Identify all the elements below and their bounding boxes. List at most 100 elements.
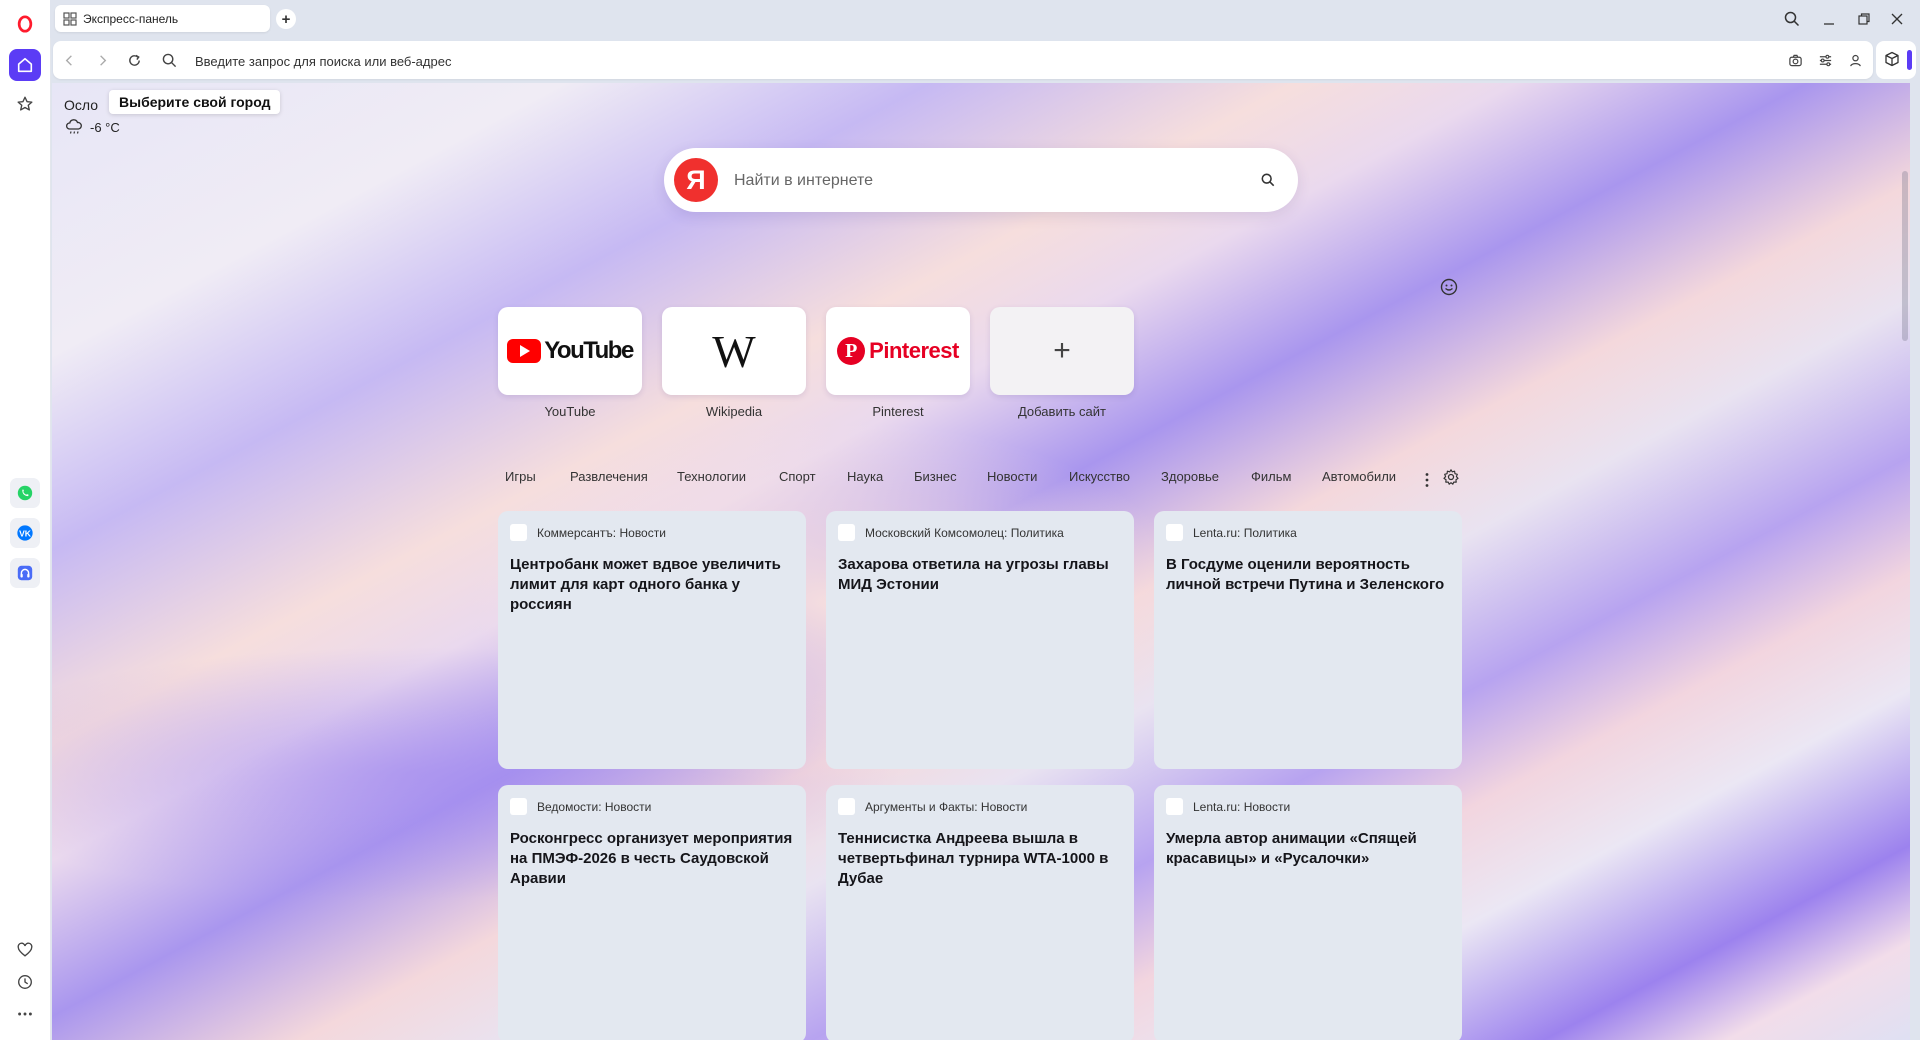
svg-text:VK: VK xyxy=(19,528,32,538)
category-news[interactable]: Новости xyxy=(987,469,1037,484)
minimize-button[interactable] xyxy=(1818,8,1840,30)
news-title[interactable]: Росконгресс организует мероприятия на ПМ… xyxy=(510,829,794,889)
smile-icon[interactable] xyxy=(1439,277,1459,297)
speed-dial-add-site[interactable]: + Добавить сайт xyxy=(990,307,1134,419)
sidebar-more-button[interactable] xyxy=(9,998,41,1030)
news-title[interactable]: В Госдуме оценили вероятность личной вст… xyxy=(1166,555,1450,595)
more-icon xyxy=(18,1012,32,1016)
profile-button[interactable] xyxy=(1845,50,1865,70)
new-tab-button[interactable]: + xyxy=(276,9,296,29)
chevron-right-icon xyxy=(99,54,106,66)
category-cars[interactable]: Автомобили xyxy=(1322,469,1396,484)
news-source: Московский Комсомолец: Политика xyxy=(838,524,1064,541)
category-entertainment[interactable]: Развлечения xyxy=(570,469,648,484)
search-icon xyxy=(1261,173,1275,187)
speed-dial-page: Осло Выберите свой город -6 °C Я YouTube… xyxy=(52,83,1910,1040)
news-card[interactable]: Аргументы и Факты: Новости Теннисистка А… xyxy=(826,785,1134,1040)
wikipedia-logo: W xyxy=(712,325,756,377)
youtube-logo: YouTube xyxy=(507,337,634,365)
sidebar-app-player[interactable] xyxy=(10,558,40,588)
add-site-card[interactable]: + xyxy=(990,307,1134,395)
address-bar xyxy=(53,41,1873,79)
more-vertical-icon[interactable] xyxy=(1424,472,1430,488)
news-card[interactable]: Московский Комсомолец: Политика Захарова… xyxy=(826,511,1134,769)
tab-title: Экспресс-панель xyxy=(83,11,179,26)
news-card[interactable]: Lenta.ru: Политика В Госдуме оценили вер… xyxy=(1154,511,1462,769)
city-tooltip: Выберите свой город xyxy=(109,90,281,114)
category-film[interactable]: Фильм xyxy=(1251,469,1291,484)
search-submit-button[interactable] xyxy=(1258,170,1278,190)
news-title[interactable]: Захарова ответила на угрозы главы МИД Эс… xyxy=(838,555,1122,595)
history-icon xyxy=(18,975,32,989)
news-title[interactable]: Теннисистка Андреева вышла в четвертьфин… xyxy=(838,829,1122,889)
sidebar-app-whatsapp[interactable] xyxy=(10,478,40,508)
sidebar-app-vk[interactable]: VK xyxy=(10,518,40,548)
minimize-icon xyxy=(1824,23,1834,25)
cloud-snow-icon xyxy=(66,119,82,134)
speed-dial-youtube[interactable]: YouTube YouTube xyxy=(498,307,642,419)
sidebar-item-favorites[interactable] xyxy=(9,934,41,966)
news-source: Lenta.ru: Политика xyxy=(1166,524,1297,541)
page-scrollbar[interactable] xyxy=(1902,171,1908,341)
search-icon xyxy=(1784,11,1800,27)
tile-card[interactable]: P Pinterest xyxy=(826,307,970,395)
news-title[interactable]: Умерла автор анимации «Спящей красавицы»… xyxy=(1166,829,1450,869)
news-card[interactable]: Lenta.ru: Новости Умерла автор анимации … xyxy=(1154,785,1462,1040)
news-title[interactable]: Центробанк может вдвое увеличить лимит д… xyxy=(510,555,794,615)
music-player-icon xyxy=(17,565,33,581)
source-favicon xyxy=(1166,798,1183,815)
sidebar-item-home[interactable] xyxy=(9,49,41,81)
category-games[interactable]: Игры xyxy=(505,469,536,484)
speed-dial-wikipedia[interactable]: W Wikipedia xyxy=(662,307,806,419)
news-source: Ведомости: Новости xyxy=(510,798,651,815)
heart-icon xyxy=(17,942,33,957)
news-source: Коммерсантъ: Новости xyxy=(510,524,666,541)
sidebar-item-history[interactable] xyxy=(9,966,41,998)
sidebar-item-bookmarks[interactable] xyxy=(9,88,41,120)
gear-icon[interactable] xyxy=(1442,468,1460,486)
news-card[interactable]: Коммерсантъ: Новости Центробанк может вд… xyxy=(498,511,806,769)
source-favicon xyxy=(838,798,855,815)
opera-menu-button[interactable] xyxy=(9,8,41,40)
restore-button[interactable] xyxy=(1853,8,1875,30)
tile-label: Wikipedia xyxy=(705,404,763,419)
sidebar: VK xyxy=(0,0,51,1040)
weather-city[interactable]: Осло xyxy=(64,97,98,113)
yandex-logo[interactable]: Я xyxy=(674,158,718,202)
reload-button[interactable] xyxy=(124,50,144,70)
category-science[interactable]: Наука xyxy=(847,469,883,484)
opera-icon xyxy=(17,15,33,33)
restore-icon xyxy=(1858,13,1870,25)
youtube-play-icon xyxy=(507,339,542,363)
title-bar: Экспресс-панель + xyxy=(50,0,1920,38)
cube-icon xyxy=(1885,51,1899,67)
category-technology[interactable]: Технологии xyxy=(677,469,746,484)
news-source: Lenta.ru: Новости xyxy=(1166,798,1290,815)
address-input[interactable] xyxy=(193,49,1497,73)
search-icon xyxy=(162,53,176,67)
news-card[interactable]: Ведомости: Новости Росконгресс организуе… xyxy=(498,785,806,1040)
tile-card[interactable]: YouTube xyxy=(498,307,642,395)
tab-speed-dial[interactable]: Экспресс-панель xyxy=(55,5,270,32)
category-sport[interactable]: Спорт xyxy=(779,469,816,484)
snapshot-button[interactable] xyxy=(1785,50,1805,70)
back-button[interactable] xyxy=(59,50,79,70)
category-business[interactable]: Бизнес xyxy=(914,469,957,484)
tab-search-button[interactable] xyxy=(1781,8,1803,30)
tile-label: Pinterest xyxy=(872,404,924,419)
category-health[interactable]: Здоровье xyxy=(1161,469,1219,484)
web-search-input[interactable] xyxy=(732,168,1236,194)
speed-dial-pinterest[interactable]: P Pinterest Pinterest xyxy=(826,307,970,419)
source-favicon xyxy=(510,524,527,541)
sidebar-panel-toggle[interactable] xyxy=(1907,50,1912,70)
forward-button[interactable] xyxy=(92,50,112,70)
grid-icon xyxy=(63,11,77,26)
tile-card[interactable]: W xyxy=(662,307,806,395)
category-art[interactable]: Искусство xyxy=(1069,469,1130,484)
source-favicon xyxy=(838,524,855,541)
easy-setup-button[interactable] xyxy=(1815,50,1835,70)
extensions-button[interactable] xyxy=(1876,41,1916,79)
close-window-button[interactable] xyxy=(1886,8,1908,30)
weather-temperature: -6 °C xyxy=(90,120,120,135)
news-categories: Игры Развлечения Технологии Спорт Наука … xyxy=(52,469,1910,489)
